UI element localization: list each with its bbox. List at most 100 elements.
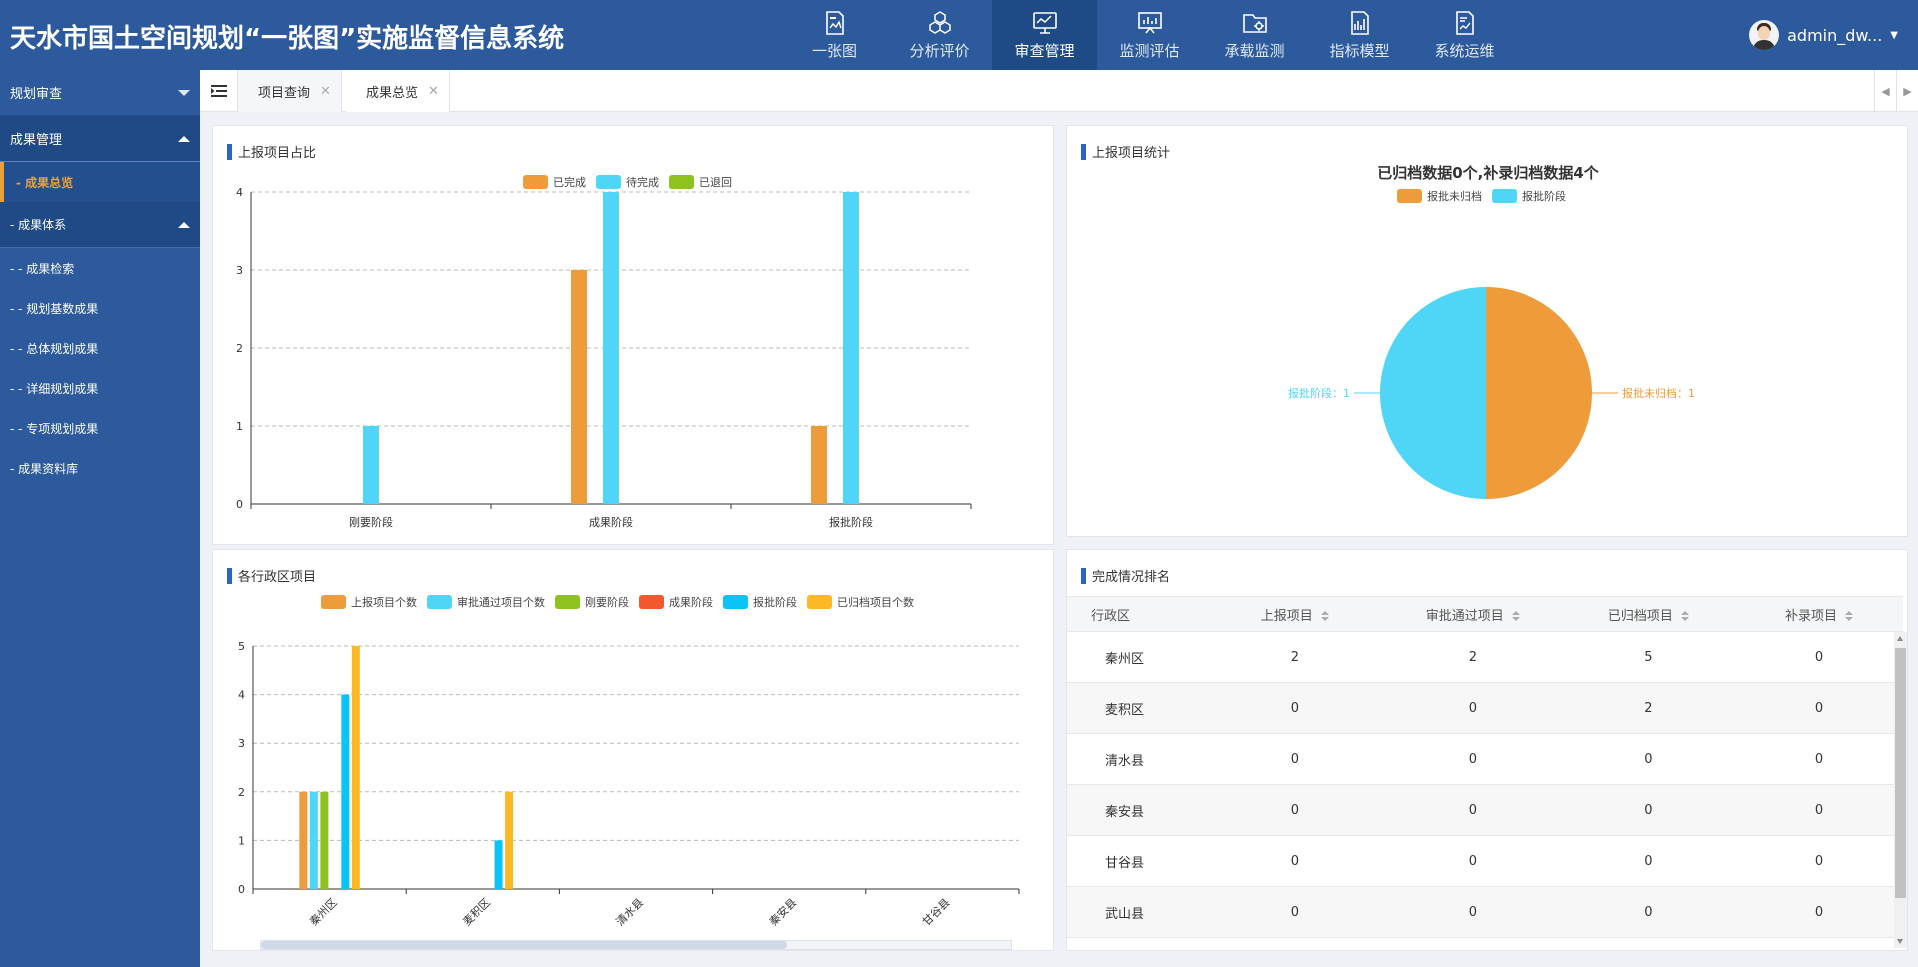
sidebar-item-2[interactable]: - - 总体规划成果 [0, 328, 200, 368]
tab-project-query[interactable]: 项目查询 ✕ [238, 70, 342, 112]
chart-report-stats-pie: 报批未归档：1 报批阶段：1 [1288, 287, 1695, 499]
nav-item-5[interactable]: 指标模型 [1307, 0, 1412, 70]
pie-label: 报批未归档：1 [1622, 386, 1695, 400]
tab-bar: 项目查询 ✕ 成果总览 ✕ ◀ ▶ [200, 70, 1918, 112]
table-row[interactable]: 秦安县 0 0 0 0 [1067, 785, 1903, 836]
cubes-icon [928, 10, 951, 34]
chart-report-ratio: 0 1 2 3 4 刚要阶段 成果阶段 报批阶段 [236, 186, 972, 529]
table-row[interactable]: 武山县 0 0 0 0 [1067, 887, 1903, 938]
bar[interactable] [505, 791, 514, 889]
table-cell: 0 [1814, 649, 1824, 665]
column-header-label: 已归档项目 [1607, 608, 1673, 624]
column-header-label: 行政区 [1091, 608, 1131, 624]
bar[interactable] [351, 646, 360, 889]
x-tick-label: 甘谷县 [920, 896, 953, 929]
table-cell: 0 [1644, 751, 1653, 767]
sidebar-group-label: 规划审查 [10, 87, 63, 102]
scrollbar-thumb[interactable] [261, 941, 787, 949]
bar[interactable] [309, 791, 318, 889]
bar[interactable] [320, 791, 329, 889]
bar[interactable] [603, 192, 619, 504]
sidebar-group-planning-review[interactable]: 规划审查 [0, 70, 200, 116]
tab-scroll-left-icon[interactable]: ◀ [1874, 70, 1896, 112]
app-title: 天水市国土空间规划“一张图”实施监督信息系统 [10, 24, 565, 54]
sidebar-item-0[interactable]: - - 成果检索 [0, 248, 200, 288]
table-cell: 0 [1468, 904, 1477, 920]
table-body: 秦州区 2 2 5 0 麦积区 0 0 2 0 清水县 0 0 0 0 秦安县 0 0 0 0 甘谷县 0 0 0 0 武山县 0 0… [1067, 632, 1903, 938]
table-cell: 0 [1644, 853, 1653, 869]
nav-item-label: 指标模型 [1329, 41, 1390, 60]
bar[interactable] [571, 270, 587, 504]
nav-item-4[interactable]: 承载监测 [1202, 0, 1307, 70]
table-cell: 0 [1290, 904, 1299, 920]
x-tick-label: 刚要阶段 [349, 515, 393, 529]
monitor-chart-icon [1032, 11, 1057, 34]
sort-icon[interactable] [1320, 611, 1329, 621]
scroll-up-icon[interactable] [1897, 636, 1903, 641]
user-name: admin_dw... [1787, 25, 1883, 45]
chevron-down-icon [178, 89, 190, 96]
table-header: 行政区 上报项目 审批通过项目 已归档项目 补录项目 [1067, 596, 1903, 632]
close-icon[interactable]: ✕ [320, 84, 331, 99]
sidebar: 规划审查 成果管理 - 成果总览 - 成果体系 - - 成果检索 - - 规划基数… [0, 70, 200, 967]
x-tick-label: 成果阶段 [589, 515, 633, 529]
bar[interactable] [494, 840, 503, 889]
bar[interactable] [811, 426, 827, 504]
bar[interactable] [363, 426, 379, 504]
close-icon[interactable]: ✕ [428, 84, 439, 99]
nav-item-1[interactable]: 分析评价 [887, 0, 992, 70]
table-cell: 2 [1468, 649, 1477, 665]
bar[interactable] [843, 192, 859, 504]
table-cell: 清水县 [1105, 753, 1145, 769]
table-cell: 秦州区 [1105, 651, 1145, 667]
pie-slice[interactable] [1380, 287, 1486, 499]
y-tick-label: 0 [236, 498, 243, 511]
column-header-2[interactable]: 审批通过项目 [1384, 605, 1562, 624]
vertical-scrollbar[interactable] [1894, 632, 1907, 948]
bar[interactable] [341, 694, 350, 889]
horizontal-scrollbar[interactable] [260, 940, 1012, 950]
tab-scroll-right-icon[interactable]: ▶ [1896, 70, 1918, 112]
nav-item-2[interactable]: 审查管理 [992, 0, 1097, 70]
sidebar-item-3[interactable]: - - 详细规划成果 [0, 368, 200, 408]
x-tick-label: 清水县 [614, 896, 647, 929]
sidebar-item-result-overview[interactable]: - 成果总览 [0, 162, 200, 202]
table-row[interactable]: 秦州区 2 2 5 0 [1067, 632, 1903, 683]
panel-completion-ranking: 完成情况排名 行政区 上报项目 审批通过项目 已归档项目 补录项目 秦州区 2 2 5 0 麦积区… [1066, 549, 1908, 951]
table-cell: 0 [1814, 853, 1824, 869]
bar[interactable] [299, 791, 308, 889]
avatar [1749, 20, 1780, 50]
nav-item-6[interactable]: 系统运维 [1412, 0, 1517, 70]
column-header-4[interactable]: 补录项目 [1735, 605, 1903, 624]
sidebar-subgroup-result-system[interactable]: - 成果体系 [0, 202, 200, 248]
table-row[interactable]: 麦积区 0 0 2 0 [1067, 683, 1903, 734]
tab-result-overview[interactable]: 成果总览 ✕ [346, 70, 450, 112]
column-header-label: 审批通过项目 [1425, 608, 1504, 624]
table-cell: 秦安县 [1105, 804, 1145, 820]
sort-icon[interactable] [1844, 611, 1853, 621]
sidebar-item-label: - 成果资料库 [10, 461, 79, 476]
x-tick-label: 秦州区 [306, 895, 339, 928]
table-cell: 0 [1290, 802, 1299, 818]
sort-icon[interactable] [1680, 611, 1689, 621]
sidebar-item-1[interactable]: - - 规划基数成果 [0, 288, 200, 328]
column-header-1[interactable]: 上报项目 [1206, 605, 1384, 624]
sort-icon[interactable] [1511, 611, 1520, 621]
sidebar-group-result-management[interactable]: 成果管理 [0, 116, 200, 162]
user-menu[interactable]: admin_dw... ▼ [1749, 20, 1898, 50]
scrollbar-thumb[interactable] [1895, 648, 1906, 898]
nav-item-0[interactable]: 一张图 [782, 0, 887, 70]
nav-item-3[interactable]: 监测评估 [1097, 0, 1202, 70]
scroll-down-icon[interactable] [1897, 939, 1903, 944]
sidebar-item-4[interactable]: - - 专项规划成果 [0, 408, 200, 448]
column-header-3[interactable]: 已归档项目 [1562, 605, 1735, 624]
pie-slice[interactable] [1486, 287, 1592, 499]
sidebar-item-5[interactable]: - 成果资料库 [0, 448, 200, 488]
table-row[interactable]: 甘谷县 0 0 0 0 [1067, 836, 1903, 887]
sidebar-item-label: - - 总体规划成果 [10, 341, 99, 356]
sidebar-item-label: - - 详细规划成果 [10, 381, 99, 396]
table-row[interactable]: 清水县 0 0 0 0 [1067, 734, 1903, 785]
sidebar-toggle-icon[interactable] [200, 70, 238, 112]
column-header-0: 行政区 [1067, 605, 1206, 624]
table-cell: 0 [1290, 853, 1299, 869]
